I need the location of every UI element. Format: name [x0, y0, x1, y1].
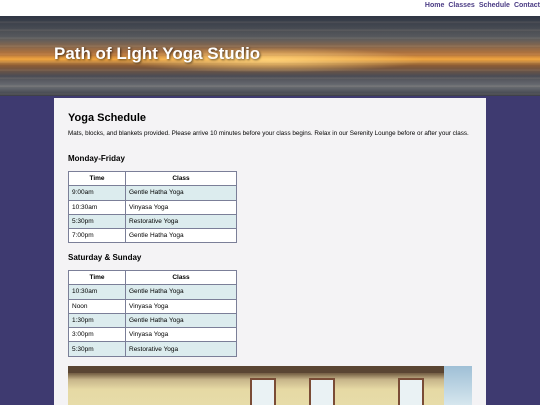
nav-link-schedule[interactable]: Schedule: [479, 2, 510, 9]
time-cell: 1:30pm: [68, 312, 126, 329]
nav-link-classes[interactable]: Classes: [448, 2, 474, 9]
class-cell: Vinyasa Yoga: [125, 298, 237, 314]
column-header-class: Class: [125, 269, 237, 286]
weekday-heading: Monday-Friday: [68, 154, 125, 163]
time-cell: 5:30pm: [68, 341, 126, 357]
column-header-class: Class: [125, 170, 237, 187]
class-cell: Gentle Hatha Yoga: [125, 228, 237, 244]
class-cell: Vinyasa Yoga: [125, 199, 237, 215]
nav-links: Home Classes Schedule Contact: [425, 2, 540, 9]
table-row: Noon Vinyasa Yoga: [68, 298, 237, 314]
class-cell: Restorative Yoga: [125, 341, 237, 357]
table-row: 1:30pm Gentle Hatha Yoga: [68, 312, 237, 329]
class-cell: Vinyasa Yoga: [125, 327, 237, 343]
table-row: 10:30am Vinyasa Yoga: [68, 199, 237, 215]
page-heading: Yoga Schedule: [68, 112, 147, 124]
table-row: 9:00am Gentle Hatha Yoga: [68, 185, 237, 201]
time-cell: 10:30am: [68, 199, 126, 215]
window-shape: [398, 378, 424, 405]
time-cell: 9:00am: [68, 185, 126, 201]
ceiling-beam: [68, 366, 472, 373]
window-shape: [250, 378, 276, 405]
column-header-time: Time: [68, 170, 126, 187]
weekend-heading: Saturday & Sunday: [68, 253, 142, 262]
table-row: 5:30pm Restorative Yoga: [68, 341, 237, 357]
time-cell: 3:00pm: [68, 327, 126, 343]
time-cell: 10:30am: [68, 284, 126, 300]
studio-interior-photo: [68, 366, 472, 405]
table-row: 10:30am Gentle Hatha Yoga: [68, 284, 237, 300]
class-cell: Gentle Hatha Yoga: [125, 185, 237, 201]
column-header-time: Time: [68, 269, 126, 286]
table-row: 3:00pm Vinyasa Yoga: [68, 327, 237, 343]
nav-link-home[interactable]: Home: [425, 2, 444, 9]
weekday-schedule-table: Time Class 9:00am Gentle Hatha Yoga 10:3…: [68, 170, 237, 244]
window-shape: [309, 378, 335, 405]
table-row: 5:30pm Restorative Yoga: [68, 213, 237, 230]
nav-link-contact[interactable]: Contact: [514, 2, 540, 9]
class-cell: Gentle Hatha Yoga: [125, 284, 237, 300]
time-cell: 5:30pm: [68, 213, 126, 230]
main-content: Yoga Schedule Mats, blocks, and blankets…: [54, 98, 486, 405]
time-cell: 7:00pm: [68, 228, 126, 244]
doorway-shape: [444, 366, 472, 405]
site-title: Path of Light Yoga Studio: [54, 44, 261, 63]
top-navigation: Home Classes Schedule Contact: [0, 0, 540, 16]
class-cell: Gentle Hatha Yoga: [125, 312, 237, 329]
hero-banner: Path of Light Yoga Studio: [0, 16, 540, 96]
intro-text: Mats, blocks, and blankets provided. Ple…: [68, 130, 469, 137]
table-row: 7:00pm Gentle Hatha Yoga: [68, 228, 237, 244]
class-cell: Restorative Yoga: [125, 213, 237, 230]
time-cell: Noon: [68, 298, 126, 314]
weekend-schedule-table: Time Class 10:30am Gentle Hatha Yoga Noo…: [68, 269, 237, 357]
